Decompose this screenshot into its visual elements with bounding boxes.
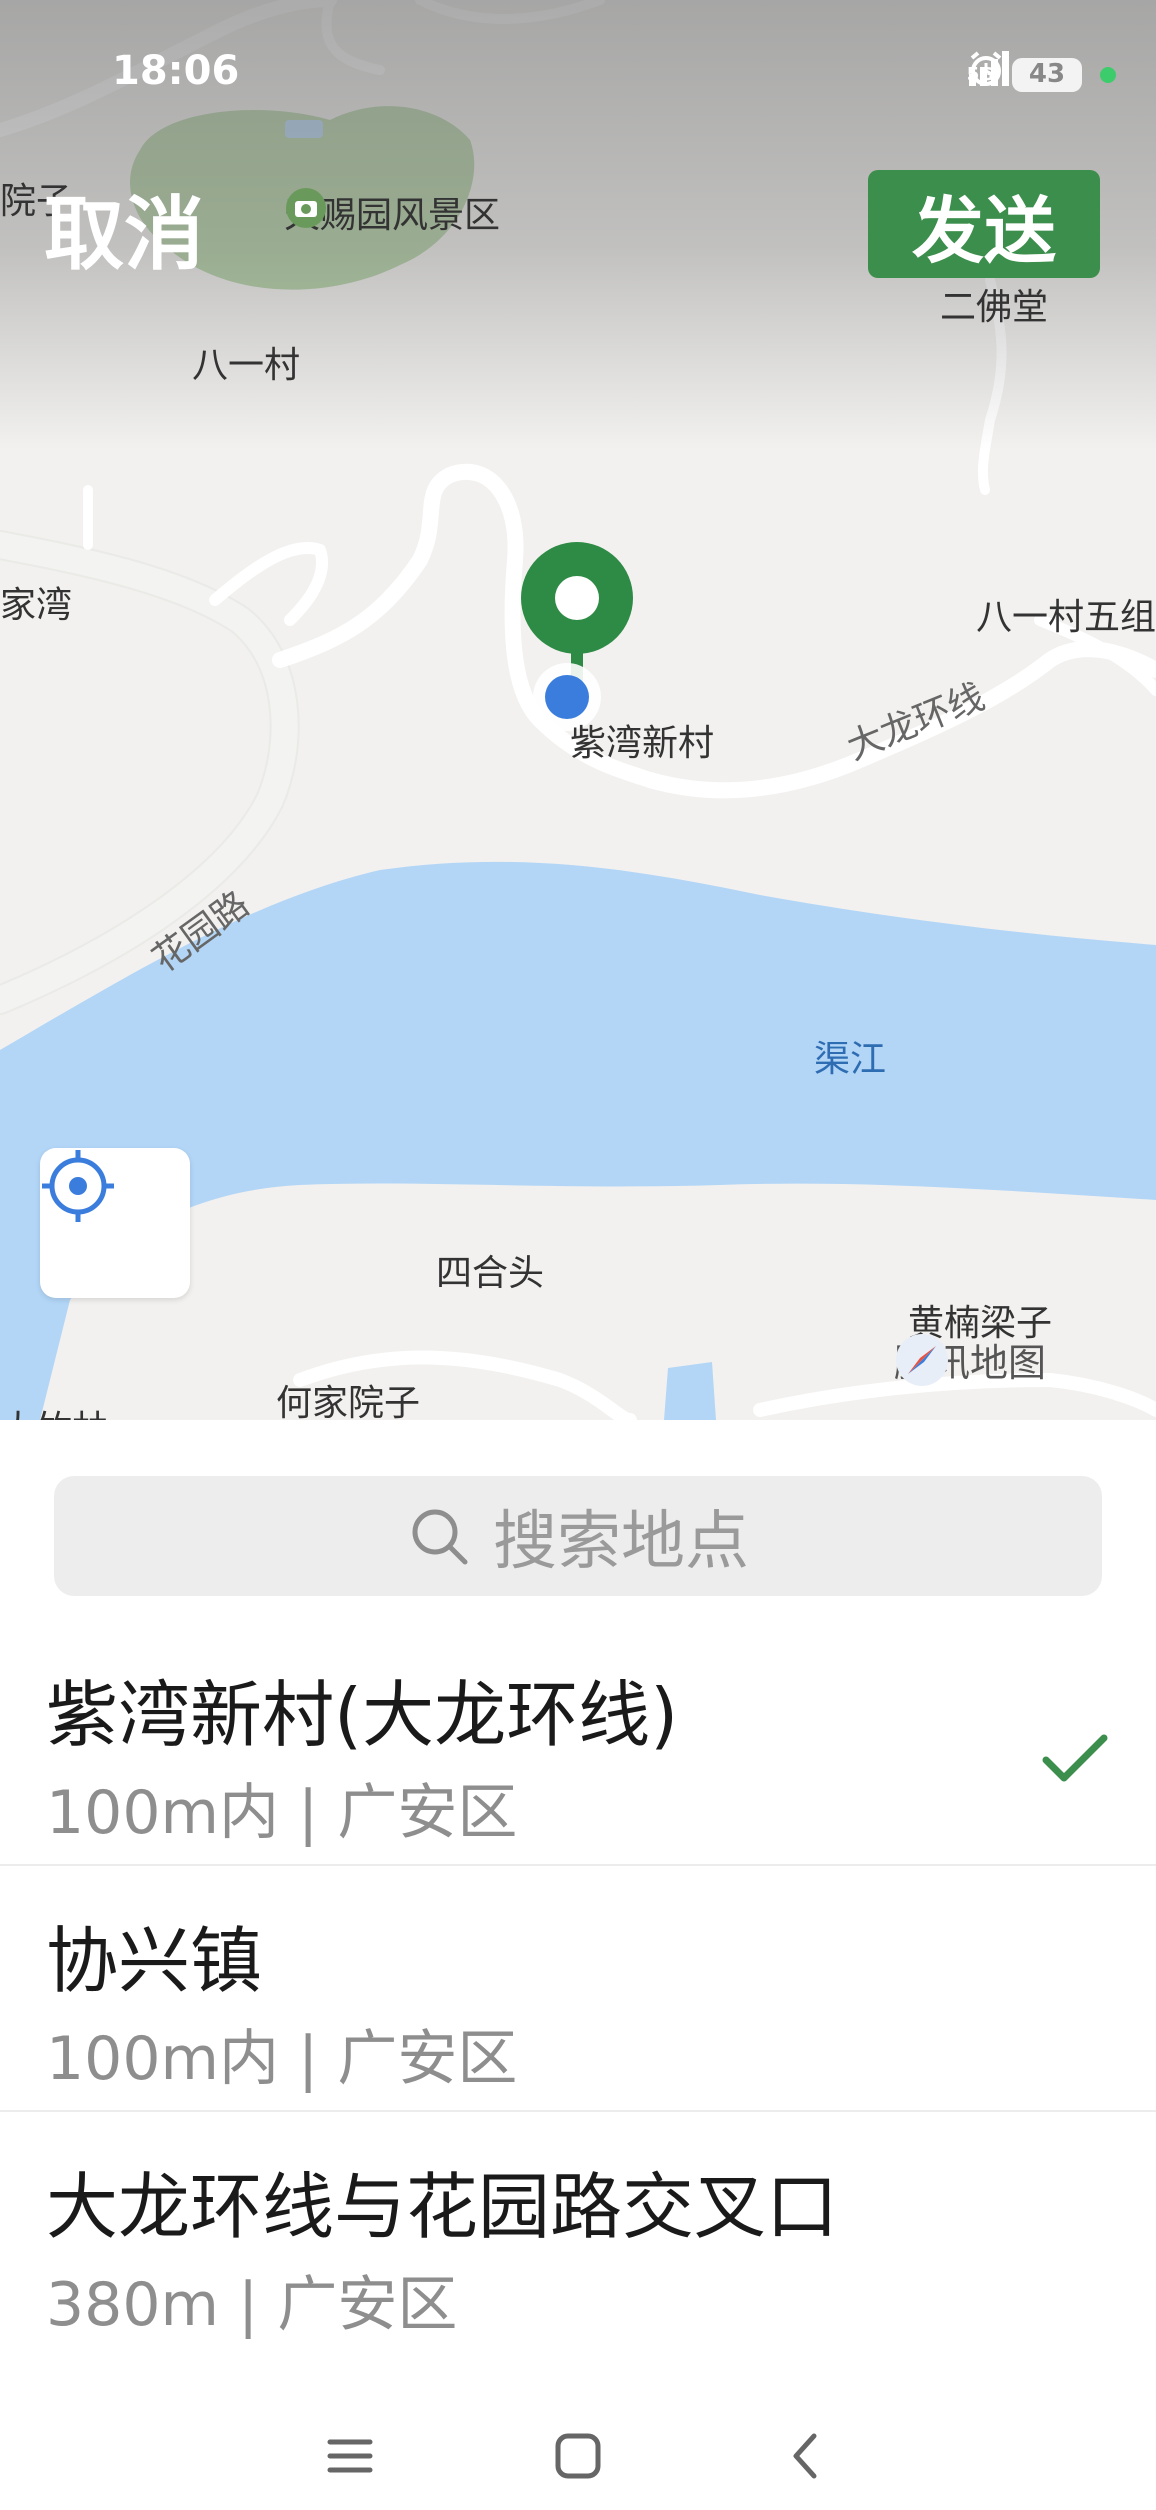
result-subtitle: 100m内 | 广安区 [46,2024,518,2094]
map-label-erfotang: 二佛堂 [940,287,1049,328]
crosshair-icon [42,1150,114,1222]
tencent-map-icon [896,1334,948,1386]
back-icon[interactable] [774,2424,838,2488]
status-time: 18:06 [112,48,240,94]
result-title: 大龙环线与花园路交叉口 [46,2165,839,2249]
result-title: 协兴镇 [46,1919,263,2003]
checkmark-icon [1042,1734,1108,1782]
search-icon [412,1509,468,1565]
result-subtitle: 100m内 | 广安区 [46,1778,518,1848]
home-icon[interactable] [546,2424,610,2488]
signal-icon [968,51,1009,86]
map-label-hejia: 何家院子 [276,1383,421,1420]
map-provider-logo: 腾讯地图 [894,1332,1046,1387]
privacy-indicator-dot [1100,67,1116,83]
search-input[interactable]: 搜索地点 [54,1476,1102,1596]
send-button[interactable]: 发送 [868,170,1100,278]
result-subtitle: 380m | 广安区 [46,2270,458,2340]
water-label-qujiang: 渠江 [814,1039,887,1080]
location-panel: 搜索地点 紫湾新村(大龙环线) 100m内 | 广安区 协兴镇 100m内 | … [0,1420,1156,2510]
camera-icon [286,188,326,228]
locate-me-button[interactable] [40,1148,190,1298]
status-icons: 5G 43 [967,50,1116,100]
search-placeholder: 搜索地点 [493,1505,749,1579]
result-title: 紫湾新村(大龙环线) [46,1673,679,1757]
map-label-dazhu: 大竹林 [0,1400,108,1420]
menu-icon[interactable] [318,2424,382,2488]
map-label-jiawan: 家湾 [0,585,73,626]
map-label-bayicun-wu: 八一村五组 [976,597,1156,638]
battery-level: 43 [1028,59,1066,89]
map-label-sihetou: 四合头 [436,1253,545,1294]
result-item[interactable]: 协兴镇 100m内 | 广安区 [0,1866,1156,2112]
poi-scenic[interactable]: 天赐园风景区 [284,186,500,238]
status-bar: 18:06 5G 43 [0,0,1156,150]
battery-icon: 43 [1012,58,1082,92]
map-label-ziwan: 紫湾新村 [570,723,715,764]
map-label-bayicun: 八一村 [192,345,301,386]
result-item[interactable]: 大龙环线与花园路交叉口 380m | 广安区 [0,2112,1156,2358]
map-view[interactable]: 院子 天赐园风景区 八一村 二佛堂 家湾 八一村五组 紫湾新村 大龙环线 花园路… [0,0,1156,1420]
result-item[interactable]: 紫湾新村(大龙环线) 100m内 | 广安区 [0,1620,1156,1866]
system-nav-bar [0,2400,1156,2510]
cancel-button[interactable]: 取消 [44,170,204,286]
signal-indicator: 5G [967,51,1009,86]
